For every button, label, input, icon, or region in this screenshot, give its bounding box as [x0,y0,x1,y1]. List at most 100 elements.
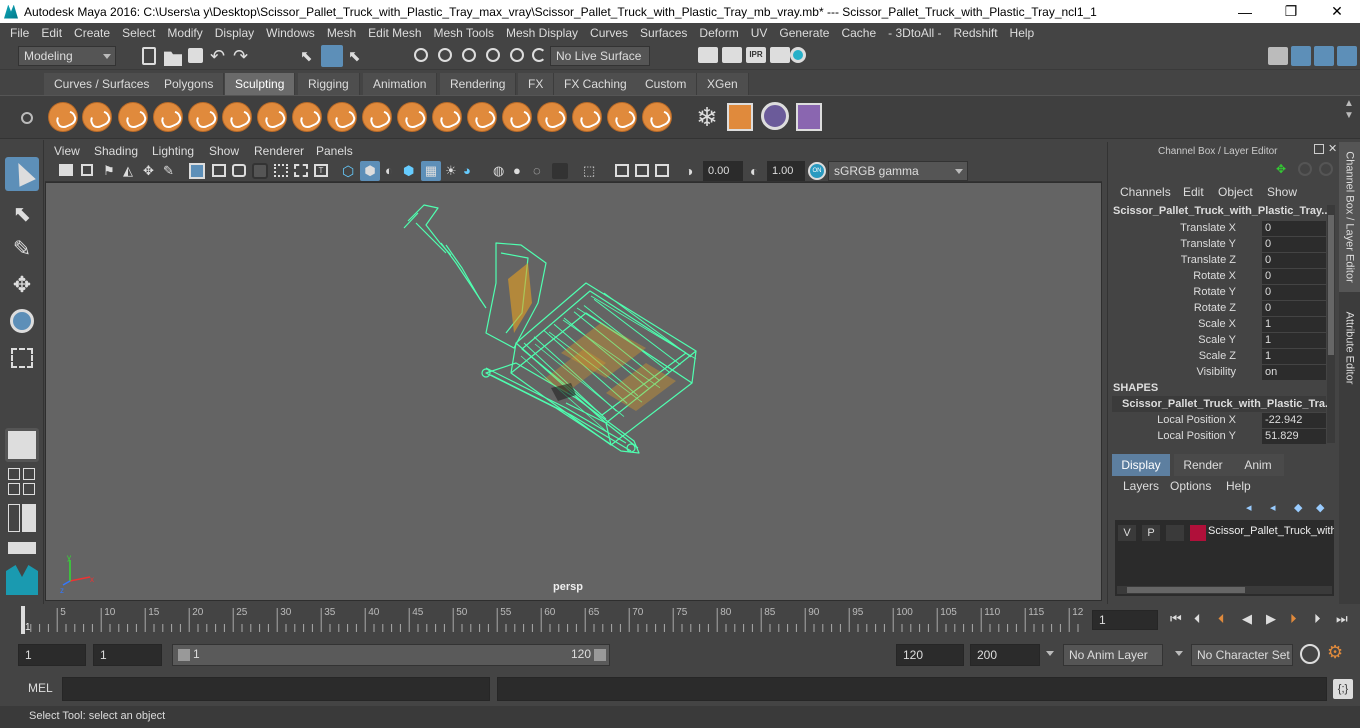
animation-preferences-icon[interactable]: ⚙ [1327,642,1343,663]
field-chart-icon[interactable] [274,164,288,177]
current-frame-field[interactable]: 1 [1092,610,1158,630]
color-management-toggle-icon[interactable]: ON [808,162,826,180]
bulge-tool-icon[interactable] [572,102,602,132]
shelf-tab-custom[interactable]: Custom [635,73,698,95]
select-hierarchy-icon[interactable]: ⬉ [300,47,318,65]
snap-point-icon[interactable] [462,48,476,62]
menu-generate[interactable]: Generate [775,26,837,40]
channels-menu[interactable]: Channels [1120,185,1171,199]
grease-pencil-icon[interactable]: ✎ [163,163,174,179]
isolate-select-icon[interactable]: ⬚ [583,163,595,179]
object-name[interactable]: Scissor_Pallet_Truck_with_Plastic_Tray..… [1113,205,1330,217]
layer-horizontal-scrollbar[interactable] [1117,586,1332,594]
edit-menu[interactable]: Edit [1183,185,1204,199]
auto-keyframe-icon[interactable] [1300,644,1320,664]
viewport-menu-view[interactable]: View [54,144,80,158]
menu-deform[interactable]: Deform [695,26,746,40]
script-editor-icon[interactable]: {;} [1333,679,1353,699]
shape-local-position-y[interactable]: Local Position Y 51.829 [1108,429,1328,445]
channel-filter-icon[interactable]: ✥ [1276,162,1290,176]
channel-value[interactable]: 0 [1262,269,1326,284]
exposure-icon[interactable]: ◑ [685,163,693,179]
range-slider[interactable]: 1 120 [172,644,610,666]
menu-select[interactable]: Select [118,26,163,40]
snap-surface-icon[interactable] [510,48,524,62]
channel-value[interactable]: 0 [1262,237,1326,252]
bookmark-icon[interactable]: ⚑ [103,163,115,179]
exposure-field[interactable]: 0.00 [703,161,743,181]
go-to-end-icon[interactable]: ⏭ [1336,611,1348,627]
shelf-tab-polygons[interactable]: Polygons [154,73,225,95]
menu-mesh-display[interactable]: Mesh Display [502,26,586,40]
channel-rotate-z[interactable]: Rotate Z 0 [1108,301,1328,317]
textured-icon[interactable]: ▦ [421,161,441,181]
step-back-key-icon[interactable]: ⏴ [1218,611,1225,627]
depth-of-field-icon[interactable] [552,163,568,179]
layout-single-pane-button[interactable] [5,428,39,462]
snap-curve-icon[interactable] [438,48,452,62]
shape-local-position-x[interactable]: Local Position X -22.942 [1108,413,1328,429]
animation-end-field[interactable]: 200 [970,644,1040,666]
layer-color-swatch[interactable] [1190,525,1206,541]
time-ruler[interactable]: 5 10 15 20 25 30 35 40 45 50 55 60 65 70 75 80 85 90 95 100… [18,604,1086,636]
menu-mesh[interactable]: Mesh [323,26,364,40]
toggle-channel-box-icon[interactable] [1337,46,1357,66]
render-view-icon[interactable] [698,47,718,63]
film-gate-icon[interactable] [212,164,226,177]
wax-tool-icon[interactable] [397,102,427,132]
xray-joints-icon[interactable] [635,164,649,177]
character-set-dropdown[interactable]: No Character Set [1191,644,1293,666]
gate-mask-icon[interactable] [252,163,268,179]
save-scene-icon[interactable] [188,48,203,63]
spray-tool-icon[interactable] [292,102,322,132]
lasso-tool-button[interactable]: ⬉ [5,197,39,231]
shelf-tab-rendering[interactable]: Rendering [440,73,517,95]
image-plane-icon[interactable]: ◭ [123,163,133,179]
use-all-lights-icon[interactable]: ☀ [445,163,457,179]
freeze-snowflake-icon[interactable]: ❄ [692,102,722,132]
menu-edit-mesh[interactable]: Edit Mesh [364,26,429,40]
default-material-icon[interactable]: ⬢ [403,163,414,179]
layout-four-pane-button[interactable] [8,468,20,480]
menu-cache[interactable]: Cache [837,26,884,40]
menu-windows[interactable]: Windows [262,26,323,40]
multisample-aa-icon[interactable]: ◌ [533,163,541,178]
flatten-tool-icon[interactable] [222,102,252,132]
grid-toggle-icon[interactable] [189,163,205,179]
pallet-truck-wireframe[interactable] [46,183,1103,602]
new-scene-icon[interactable] [142,47,156,65]
menu-curves[interactable]: Curves [586,26,636,40]
viewport-menu-renderer[interactable]: Renderer [254,144,304,158]
fill-tool-icon[interactable] [467,102,497,132]
scale-tool-button[interactable] [5,340,39,374]
layout-graph-editor-button[interactable] [22,504,36,532]
viewport-menu-panels[interactable]: Panels [316,144,353,158]
layer-tab-display[interactable]: Display [1112,454,1170,476]
maximize-button[interactable]: ❐ [1268,3,1314,20]
layer-name[interactable]: Scissor_Pallet_Truck_with [1208,525,1334,537]
wireframe-icon[interactable]: ⬡ [342,163,354,180]
maya-home-icon[interactable] [6,565,38,595]
menu-display[interactable]: Display [211,26,262,40]
paint-select-tool-button[interactable]: ✎ [5,232,39,266]
channel-rotate-x[interactable]: Rotate X 0 [1108,269,1328,285]
viewport-menu-lighting[interactable]: Lighting [152,144,194,158]
layout-outliner-button[interactable] [8,504,20,532]
camera-attributes-icon[interactable] [81,164,93,176]
chevron-down-icon[interactable] [1175,651,1183,656]
range-end-handle[interactable] [594,649,606,661]
anim-layer-dropdown[interactable]: No Anim Layer [1063,644,1163,666]
shelf-tab-fx[interactable]: FX [518,73,555,95]
menu-redshift[interactable]: Redshift [950,26,1006,40]
layer-tab-anim[interactable]: Anim [1232,454,1284,476]
hypershade-icon[interactable] [790,47,806,63]
layer-help-menu[interactable]: Help [1226,479,1251,493]
menu-3dtoall[interactable]: - 3DtoAll - [884,26,949,40]
shelf-tab-xgen[interactable]: XGen [697,73,749,95]
channel-scale-x[interactable]: Scale X 1 [1108,317,1328,333]
step-back-icon[interactable]: ⏴ [1194,611,1201,627]
screen-space-ao-icon[interactable]: ◍ [493,163,504,179]
animation-start-field[interactable]: 1 [18,644,86,666]
channel-translate-x[interactable]: Translate X 0 [1108,221,1328,237]
command-input[interactable] [62,677,490,701]
